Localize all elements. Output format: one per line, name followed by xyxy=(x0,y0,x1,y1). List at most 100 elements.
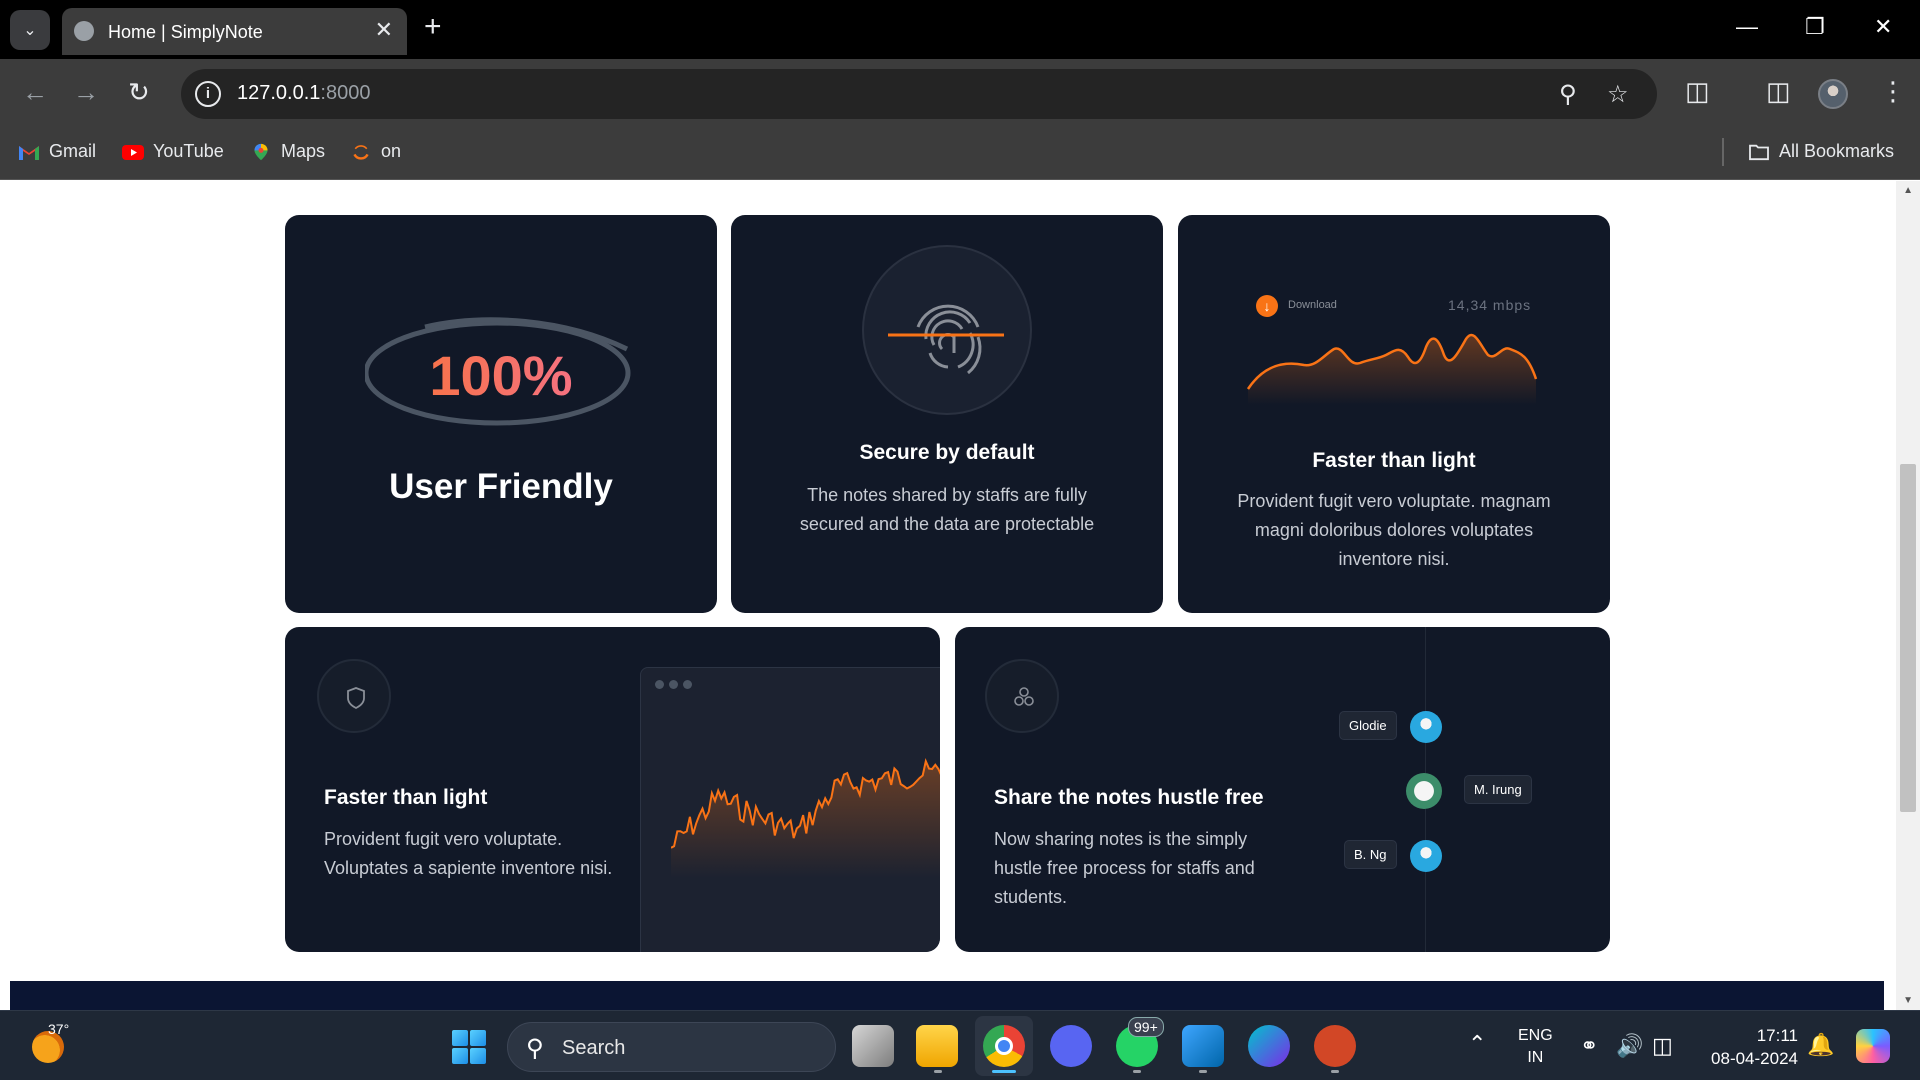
system-clock[interactable]: 17:11 08-04-2024 xyxy=(1700,1024,1798,1070)
close-window-icon[interactable]: ✕ xyxy=(1874,14,1892,40)
gmail-icon xyxy=(19,145,39,160)
percent-value: 100% xyxy=(285,343,717,408)
bookmarks-divider xyxy=(1722,138,1724,166)
bookmark-label: Maps xyxy=(281,141,326,161)
new-tab-button[interactable]: + xyxy=(424,12,442,42)
recycle-icon xyxy=(1014,687,1034,706)
bookmark-star-icon[interactable]: ☆ xyxy=(1607,80,1629,109)
profile-avatar[interactable] xyxy=(1818,79,1848,109)
speed-card: ↓ Download 14,34 mbps Faster than light … xyxy=(1178,215,1610,613)
shield-icon xyxy=(347,687,365,709)
start-button[interactable] xyxy=(452,1030,486,1064)
input-language[interactable]: ENG IN xyxy=(1518,1025,1553,1069)
powerpoint-icon[interactable] xyxy=(1314,1025,1356,1067)
task-view-icon[interactable] xyxy=(852,1025,894,1067)
youtube-icon xyxy=(122,144,144,160)
user-tag: Glodie xyxy=(1339,711,1397,740)
app-running-indicator xyxy=(1199,1070,1207,1073)
tray-overflow-icon[interactable]: ⌃ xyxy=(1468,1031,1486,1057)
scrollbar-thumb[interactable] xyxy=(1900,464,1916,812)
page-viewport: 100% User Friendly Secure by default The… xyxy=(0,181,1920,1010)
card-title: Secure by default xyxy=(859,441,1035,464)
user-tag: M. Irung xyxy=(1464,775,1532,804)
fingerprint-badge xyxy=(862,245,1032,415)
scroll-up-icon[interactable]: ▲ xyxy=(1903,185,1913,196)
taskbar-search[interactable]: ⚲ Search xyxy=(507,1022,836,1072)
app-running-indicator xyxy=(1331,1070,1339,1073)
card-title: Faster than light xyxy=(1312,449,1476,472)
canva-icon[interactable] xyxy=(1248,1025,1290,1067)
menu-kebab-icon[interactable]: ⋮ xyxy=(1880,76,1906,106)
chevron-down-icon: ⌄ xyxy=(23,22,37,39)
all-bookmarks-label: All Bookmarks xyxy=(1779,141,1895,161)
shield-badge xyxy=(317,659,391,733)
app-running-indicator xyxy=(934,1070,942,1073)
speed-sparkline xyxy=(1246,333,1538,405)
search-icon: ⚲ xyxy=(526,1035,544,1062)
copilot-icon[interactable] xyxy=(1856,1029,1890,1063)
zoom-icon[interactable]: ⚲ xyxy=(1559,80,1577,109)
bookmark-youtube[interactable]: YouTube xyxy=(122,141,224,162)
tab-title: Home | SimplyNote xyxy=(108,22,263,42)
card-title: Share the notes hustle free xyxy=(994,786,1264,809)
scroll-down-icon[interactable]: ▼ xyxy=(1903,995,1913,1006)
window-dots xyxy=(655,680,692,689)
bookmark-on[interactable]: on xyxy=(350,141,401,162)
site-info-icon[interactable]: i xyxy=(195,81,221,107)
bookmarks-bar: Gmail YouTube Maps on All Bookmarks xyxy=(0,128,1920,180)
card-title: User Friendly xyxy=(389,467,613,506)
share-badge xyxy=(985,659,1059,733)
vscode-icon[interactable] xyxy=(1182,1025,1224,1067)
back-icon[interactable]: ← xyxy=(22,77,48,107)
app-active-indicator xyxy=(992,1070,1016,1073)
file-explorer-icon[interactable] xyxy=(916,1025,958,1067)
address-bar[interactable]: i 127.0.0.1:8000 ⚲ ☆ xyxy=(181,69,1657,119)
user-avatar xyxy=(1410,840,1442,872)
download-icon: ↓ xyxy=(1256,295,1278,317)
close-tab-icon[interactable]: ✕ xyxy=(375,17,393,43)
folder-icon xyxy=(1749,144,1769,160)
side-panel-icon[interactable]: ◫ xyxy=(1766,76,1791,106)
tab-search-button[interactable]: ⌄ xyxy=(10,10,50,50)
user-friendly-card: 100% User Friendly xyxy=(285,215,717,613)
performance-card: Faster than light Provident fugit vero v… xyxy=(285,627,940,952)
card-title: Faster than light xyxy=(324,786,488,809)
bookmark-label: YouTube xyxy=(153,141,224,161)
discord-icon[interactable] xyxy=(1050,1025,1092,1067)
secure-card: Secure by default The notes shared by st… xyxy=(731,215,1163,613)
bookmark-label: on xyxy=(381,141,402,161)
footer-section xyxy=(10,981,1884,1010)
url-text[interactable]: 127.0.0.1:8000 xyxy=(237,82,370,105)
globe-network-icon[interactable]: ⚭ xyxy=(1580,1034,1598,1058)
download-speed: 14,34 mbps xyxy=(1448,297,1532,313)
globe-icon xyxy=(74,21,94,41)
maps-icon xyxy=(254,143,268,160)
restore-icon[interactable]: ❐ xyxy=(1805,14,1825,40)
weather-temperature: 37° xyxy=(48,1021,70,1037)
bookmark-maps[interactable]: Maps xyxy=(250,141,325,162)
browser-toolbar: ← → ↻ i 127.0.0.1:8000 ⚲ ☆ ◫ ◫ ⋮ xyxy=(0,59,1920,128)
minimize-icon[interactable]: — xyxy=(1736,14,1758,40)
bookmark-label: Gmail xyxy=(49,141,97,161)
fingerprint-icon xyxy=(888,304,1004,375)
chrome-icon[interactable] xyxy=(983,1025,1025,1067)
bookmark-site-icon xyxy=(353,144,369,160)
browser-tab-strip: ⌄ Home | SimplyNote ✕ + — ❐ ✕ xyxy=(0,0,1920,59)
search-label: Search xyxy=(562,1037,626,1059)
card-description: Provident fugit vero voluptate. magnam m… xyxy=(1237,491,1551,569)
battery-icon[interactable]: ◫ xyxy=(1652,1034,1673,1058)
page-scrollbar[interactable]: ▲ ▼ xyxy=(1896,181,1920,1010)
extensions-icon[interactable]: ◫ xyxy=(1685,76,1710,106)
user-avatar xyxy=(1410,711,1442,743)
forward-icon[interactable]: → xyxy=(73,77,99,107)
card-description: The notes shared by staffs are fully sec… xyxy=(799,485,1095,534)
windows-taskbar: 37° ⚲ Search 99+ ⌃ ENG IN ⚭ 🔊 ◫ 17:11 08-… xyxy=(0,1010,1920,1080)
volume-icon[interactable]: 🔊 xyxy=(1616,1034,1643,1058)
reload-icon[interactable]: ↻ xyxy=(128,77,150,107)
user-tag: B. Ng xyxy=(1344,840,1397,869)
browser-tab[interactable]: Home | SimplyNote ✕ xyxy=(62,8,407,55)
bookmark-gmail[interactable]: Gmail xyxy=(18,141,96,162)
all-bookmarks-button[interactable]: All Bookmarks xyxy=(1748,141,1894,162)
notification-bell-icon[interactable]: 🔔 xyxy=(1807,1032,1834,1058)
user-avatar xyxy=(1406,773,1442,809)
